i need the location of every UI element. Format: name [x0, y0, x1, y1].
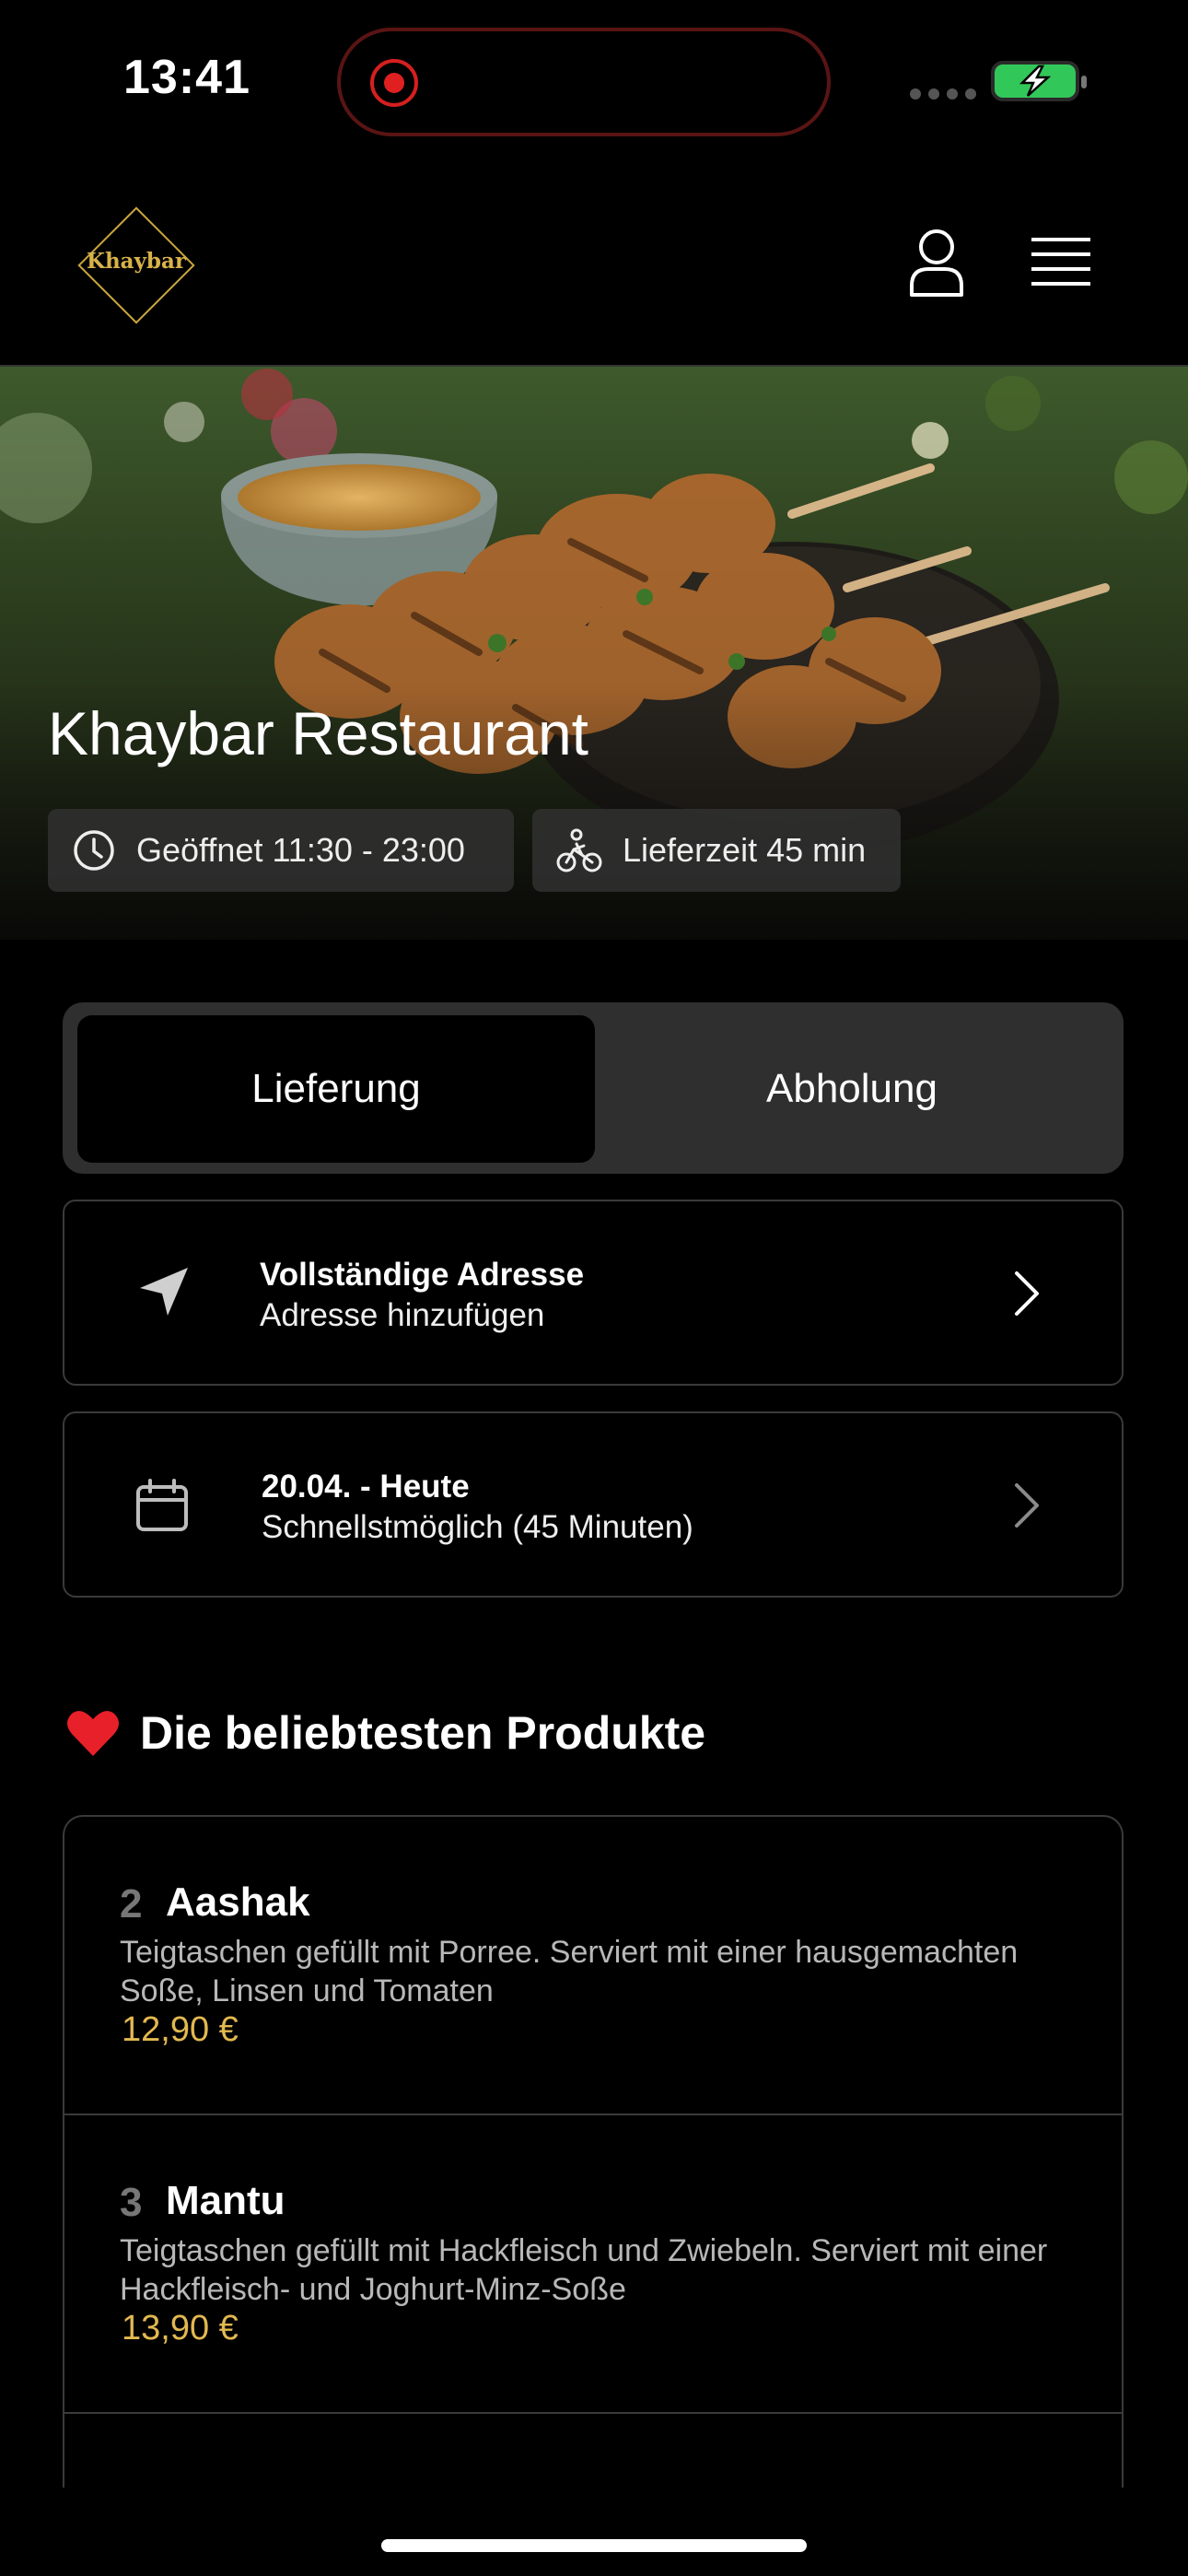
popular-products-list: 2 Aashak Teigtaschen gefüllt mit Porree.… [63, 1815, 1124, 2488]
clock-icon [74, 830, 114, 871]
product-item[interactable]: 2 Aashak Teigtaschen gefüllt mit Porree.… [64, 1817, 1122, 2115]
address-subtitle: Adresse hinzufügen [260, 1297, 545, 1333]
signal-icon [910, 88, 976, 100]
popular-products-heading: Die beliebtesten Produkte [66, 1706, 705, 1760]
home-indicator[interactable] [381, 2539, 807, 2552]
tab-delivery[interactable]: Lieferung [77, 1015, 595, 1163]
product-number: 2 [120, 1881, 143, 1926]
product-description: Teigtaschen gefüllt mit Porree. Serviert… [120, 1935, 1019, 2008]
chevron-right-icon [1015, 1483, 1039, 1528]
popular-products-title: Die beliebtesten Produkte [140, 1707, 706, 1759]
logo-text: Khaybar [86, 249, 187, 274]
product-price: 12,90 € [122, 2010, 239, 2049]
battery-icon [991, 61, 1087, 101]
calendar-icon [136, 1479, 188, 1531]
tab-pickup[interactable]: Abholung [593, 1015, 1111, 1163]
location-arrow-icon [140, 1268, 188, 1316]
product-price: 13,90 € [122, 2309, 239, 2348]
hamburger-menu-icon[interactable] [1030, 236, 1092, 289]
user-profile-icon[interactable] [908, 228, 965, 297]
product-name: Mantu [166, 2178, 285, 2223]
restaurant-name: Khaybar Restaurant [48, 699, 589, 767]
product-name: Aashak [166, 1879, 310, 1925]
product-number: 3 [120, 2180, 143, 2225]
heart-icon [67, 1711, 119, 1756]
bicycle-courier-icon [556, 828, 602, 872]
delivery-time-chip: Lieferzeit 45 min [532, 809, 901, 892]
recording-indicator-icon [370, 59, 418, 107]
opening-hours-text: Geöffnet 11:30 - 23:00 [136, 831, 465, 869]
product-item[interactable]: 3 Mantu Teigtaschen gefüllt mit Hackflei… [64, 2115, 1122, 2414]
charging-bolt-icon [1019, 64, 1052, 97]
schedule-time: Schnellstmöglich (45 Minuten) [262, 1509, 693, 1545]
schedule-selector[interactable]: 20.04. - Heute Schnellstmöglich (45 Minu… [63, 1411, 1124, 1598]
address-title: Vollständige Adresse [260, 1257, 585, 1293]
status-time: 13:41 [123, 51, 250, 104]
schedule-date: 20.04. - Heute [262, 1469, 470, 1505]
dynamic-island [337, 28, 831, 136]
address-selector[interactable]: Vollständige Adresse Adresse hinzufügen [63, 1200, 1124, 1386]
opening-hours-chip: Geöffnet 11:30 - 23:00 [48, 809, 514, 892]
product-description: Teigtaschen gefüllt mit Hackfleisch und … [120, 2233, 1048, 2307]
restaurant-logo[interactable]: Khaybar [68, 197, 204, 334]
delivery-time-text: Lieferzeit 45 min [623, 831, 867, 869]
chevron-right-icon [1015, 1271, 1039, 1316]
